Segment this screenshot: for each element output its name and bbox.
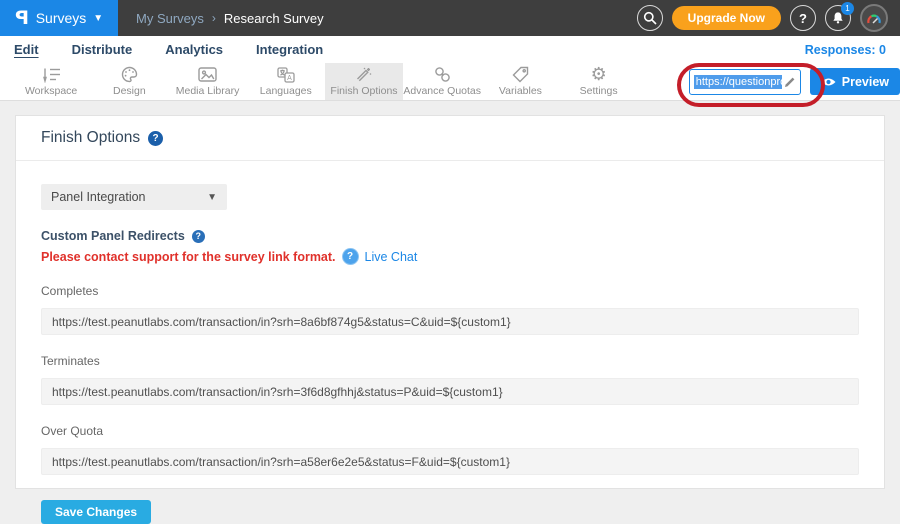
save-changes-button[interactable]: Save Changes xyxy=(41,500,151,524)
breadcrumb-separator-icon: › xyxy=(212,11,216,25)
page-content: Finish Options ? Panel Integration ▼ Cus… xyxy=(0,101,900,489)
live-chat-link[interactable]: Live Chat xyxy=(365,250,418,264)
card-header: Finish Options ? xyxy=(16,116,884,161)
live-chat-icon[interactable]: ? xyxy=(342,248,359,265)
edit-toolbar: Workspace Design Media Library xyxy=(0,63,900,101)
breadcrumb-current-survey: Research Survey xyxy=(224,11,324,26)
finish-options-card: Finish Options ? Panel Integration ▼ Cus… xyxy=(15,115,885,489)
terminates-field-group: Terminates xyxy=(41,354,859,405)
topbar-actions: Upgrade Now ? 1 xyxy=(637,0,900,36)
edit-pencil-icon[interactable] xyxy=(784,76,796,88)
toolbar-item-media-library[interactable]: Media Library xyxy=(168,63,246,100)
breadcrumb: My Surveys › Research Survey xyxy=(136,0,324,36)
toolbar-item-design[interactable]: Design xyxy=(90,63,168,100)
over-quota-url-input[interactable] xyxy=(41,448,859,475)
completes-label: Completes xyxy=(41,284,859,298)
search-button[interactable] xyxy=(637,5,663,31)
upgrade-now-button[interactable]: Upgrade Now xyxy=(672,6,781,30)
nav-tab-analytics[interactable]: Analytics xyxy=(165,42,223,57)
palette-icon xyxy=(121,66,138,83)
gear-icon: ⚙ xyxy=(591,66,607,83)
survey-url-area: https://questionpro.com/t/A xyxy=(689,69,801,95)
survey-url-input[interactable]: https://questionpro.com/t/A xyxy=(689,69,801,95)
dropdown-selected-value: Panel Integration xyxy=(51,190,146,204)
nav-tab-distribute[interactable]: Distribute xyxy=(72,42,133,57)
responses-count[interactable]: Responses: 0 xyxy=(805,43,886,57)
page-title: Finish Options xyxy=(41,129,140,147)
terminates-url-input[interactable] xyxy=(41,378,859,405)
toolbar-item-languages[interactable]: A Languages xyxy=(247,63,325,100)
translate-icon: A xyxy=(277,66,295,83)
over-quota-label: Over Quota xyxy=(41,424,859,438)
toolbar-item-settings[interactable]: ⚙ Settings xyxy=(560,63,638,100)
custom-panel-redirects-row: Custom Panel Redirects ? xyxy=(41,229,859,243)
breadcrumb-my-surveys[interactable]: My Surveys xyxy=(136,11,204,26)
toolbar-item-finish-options[interactable]: Finish Options xyxy=(325,63,403,100)
product-switcher[interactable]: P Surveys ▼ xyxy=(0,0,118,36)
svg-text:A: A xyxy=(287,75,292,82)
warning-text: Please contact support for the survey li… xyxy=(41,250,336,264)
product-name: Surveys xyxy=(36,10,87,26)
questionpro-logo-icon: P xyxy=(15,7,29,29)
preview-button[interactable]: Preview xyxy=(810,68,900,95)
over-quota-field-group: Over Quota xyxy=(41,424,859,475)
custom-redirects-help-icon[interactable]: ? xyxy=(192,230,205,243)
tag-icon xyxy=(512,66,529,83)
gauge-avatar-icon xyxy=(866,12,882,25)
toolbar-item-variables[interactable]: Variables xyxy=(481,63,559,100)
support-warning-row: Please contact support for the survey li… xyxy=(41,248,859,265)
eye-icon xyxy=(821,77,836,87)
notification-count-badge: 1 xyxy=(841,2,854,15)
notifications-button[interactable]: 1 xyxy=(825,5,851,31)
terminates-label: Terminates xyxy=(41,354,859,368)
nav-tab-edit[interactable]: Edit xyxy=(14,42,39,57)
search-icon xyxy=(643,11,657,25)
card-body: Panel Integration ▼ Custom Panel Redirec… xyxy=(16,161,884,524)
panel-integration-dropdown[interactable]: Panel Integration ▼ xyxy=(41,184,227,210)
top-bar: P Surveys ▼ My Surveys › Research Survey… xyxy=(0,0,900,36)
image-icon xyxy=(198,66,217,83)
chevron-down-icon: ▼ xyxy=(207,192,217,203)
section-title: Custom Panel Redirects xyxy=(41,229,185,243)
user-avatar[interactable] xyxy=(860,4,888,32)
survey-url-selected-text: https://questionpro.com/t/A xyxy=(694,75,782,89)
survey-nav: Edit Distribute Analytics Integration Re… xyxy=(0,36,900,63)
chain-link-icon xyxy=(434,66,451,83)
finish-options-help-icon[interactable]: ? xyxy=(148,131,163,146)
help-button[interactable]: ? xyxy=(790,5,816,31)
toolbar-item-advance-quotas[interactable]: Advance Quotas xyxy=(403,63,481,100)
magic-wand-icon xyxy=(355,66,372,83)
chevron-down-icon: ▼ xyxy=(93,13,103,24)
nav-tab-integration[interactable]: Integration xyxy=(256,42,323,57)
completes-url-input[interactable] xyxy=(41,308,859,335)
question-mark-icon: ? xyxy=(799,11,807,26)
workspace-icon xyxy=(41,66,61,83)
toolbar-item-workspace[interactable]: Workspace xyxy=(12,63,90,100)
completes-field-group: Completes xyxy=(41,284,859,335)
